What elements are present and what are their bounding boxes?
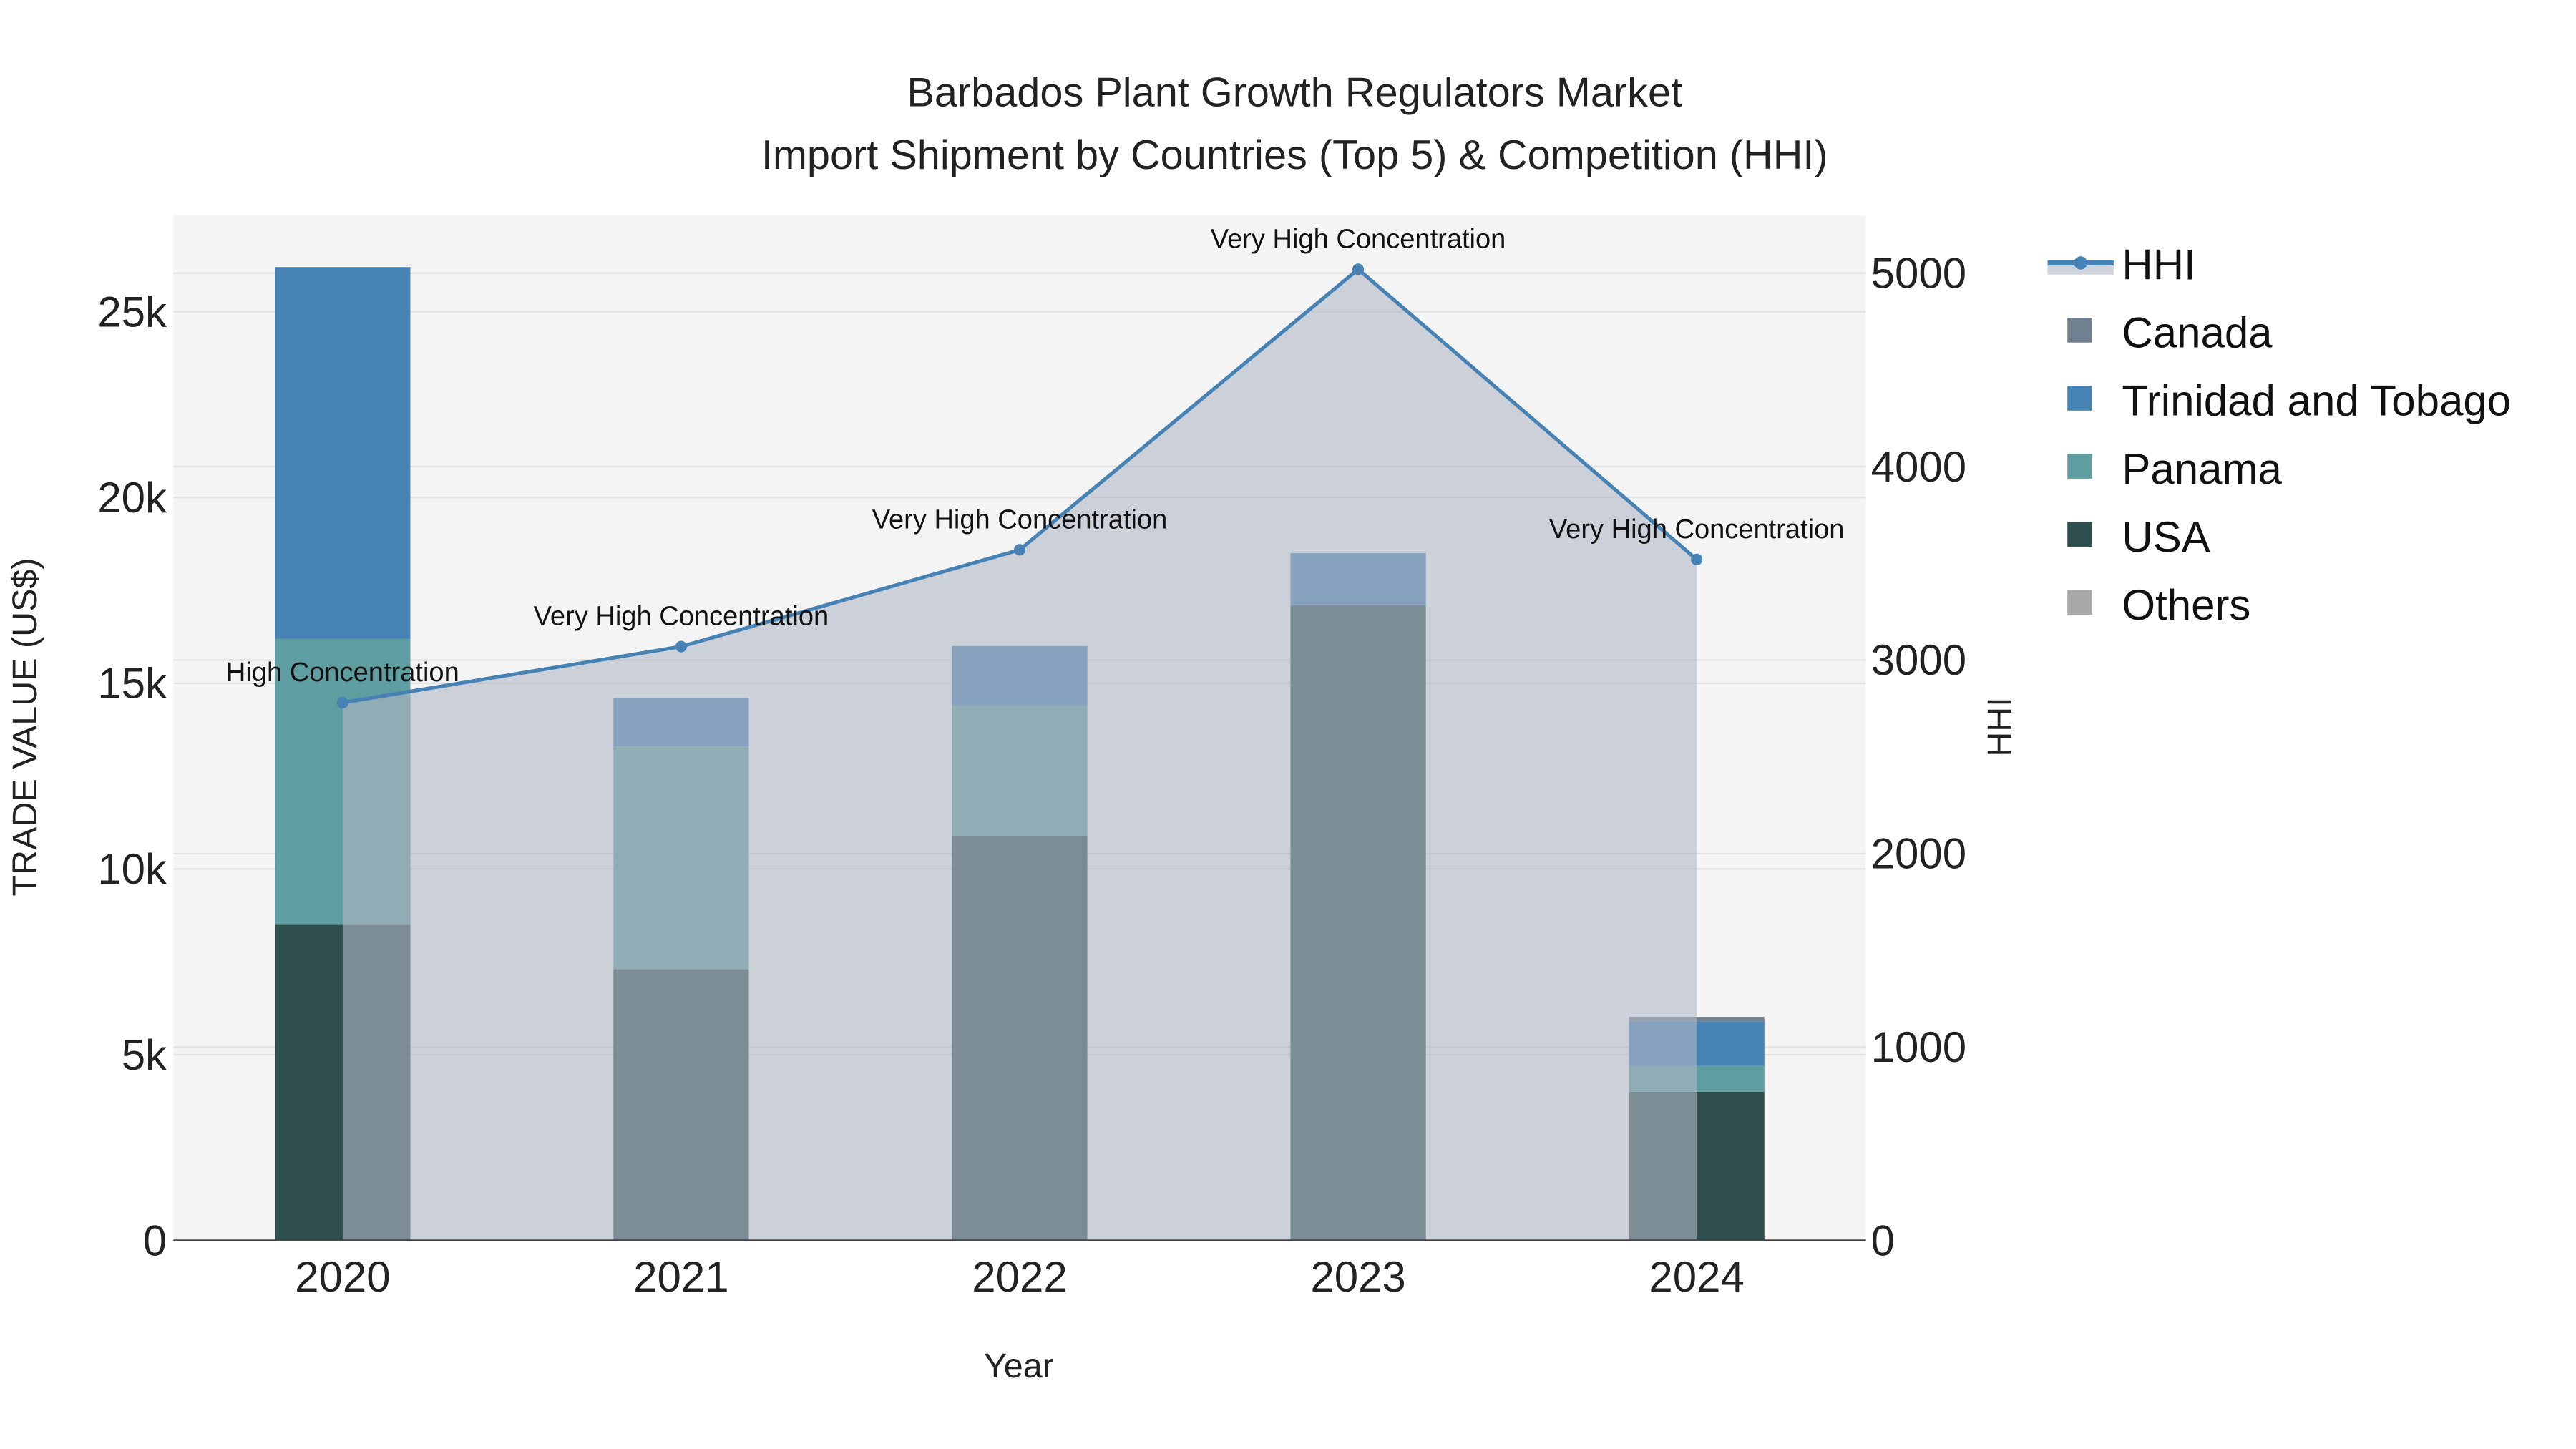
legend-swatch: [2067, 318, 2092, 343]
y-tick-label: 20k: [97, 474, 167, 522]
y2-tick-label: 0: [1871, 1216, 1895, 1264]
y-tick-label: 25k: [97, 288, 167, 336]
y2-tick-label: 4000: [1871, 443, 1966, 491]
y-axis-label: TRADE VALUE (US$): [6, 557, 44, 896]
x-tick-label: 2023: [1310, 1253, 1405, 1301]
y-tick-label: 0: [143, 1216, 167, 1264]
y2-tick-label: 3000: [1871, 636, 1966, 684]
legend-swatch: [2067, 522, 2092, 547]
legend-swatch: [2067, 590, 2092, 615]
legend-label: Canada: [2122, 309, 2273, 357]
y-tick-label: 5k: [122, 1031, 167, 1079]
hhi-annotation: Very High Concentration: [1549, 514, 1845, 545]
x-axis-label: Year: [984, 1347, 1054, 1385]
x-tick-label: 2024: [1649, 1253, 1744, 1301]
y-tick-label: 15k: [97, 660, 167, 708]
x-tick-label: 2020: [295, 1253, 390, 1301]
legend-label: Others: [2122, 581, 2250, 629]
y2-tick-label: 5000: [1871, 249, 1966, 297]
y2-tick-label: 2000: [1871, 830, 1966, 878]
y-tick-label: 10k: [97, 845, 167, 893]
hhi-annotation: Very High Concentration: [1211, 224, 1506, 254]
chart-subtitle: Import Shipment by Countries (Top 5) & C…: [761, 132, 1828, 178]
hhi-annotation: Very High Concentration: [534, 602, 829, 632]
legend-swatch: [2067, 454, 2092, 479]
hhi-point-2023: [1352, 263, 1365, 275]
x-tick-label: 2022: [972, 1253, 1067, 1301]
legend-swatch: [2067, 386, 2092, 411]
hhi-point-2022: [1013, 544, 1026, 556]
chart: High Concentration Very High Concentratio…: [0, 0, 2576, 1449]
y2-tick-label: 1000: [1871, 1023, 1966, 1071]
legend-item-trinidad-and-tobago[interactable]: Trinidad and Tobago: [2067, 377, 2511, 425]
legend-label: HHI: [2122, 241, 2195, 289]
hhi-point-2021: [675, 640, 687, 653]
hhi-point-2020: [336, 696, 348, 709]
chart-title: Barbados Plant Growth Regulators Market: [907, 69, 1682, 115]
hhi-annotation: High Concentration: [226, 658, 459, 688]
hhi-annotation: Very High Concentration: [872, 504, 1168, 535]
legend-hhi-marker: [2074, 256, 2087, 270]
hhi-point-2024: [1691, 553, 1703, 565]
legend-label: Trinidad and Tobago: [2122, 377, 2511, 425]
legend-label: USA: [2122, 513, 2210, 561]
legend-label: Panama: [2122, 445, 2282, 493]
bar-trinidad-and-tobago-2020: [275, 267, 411, 639]
x-tick-label: 2021: [633, 1253, 728, 1301]
y2-axis-label: HHI: [1981, 697, 2019, 756]
